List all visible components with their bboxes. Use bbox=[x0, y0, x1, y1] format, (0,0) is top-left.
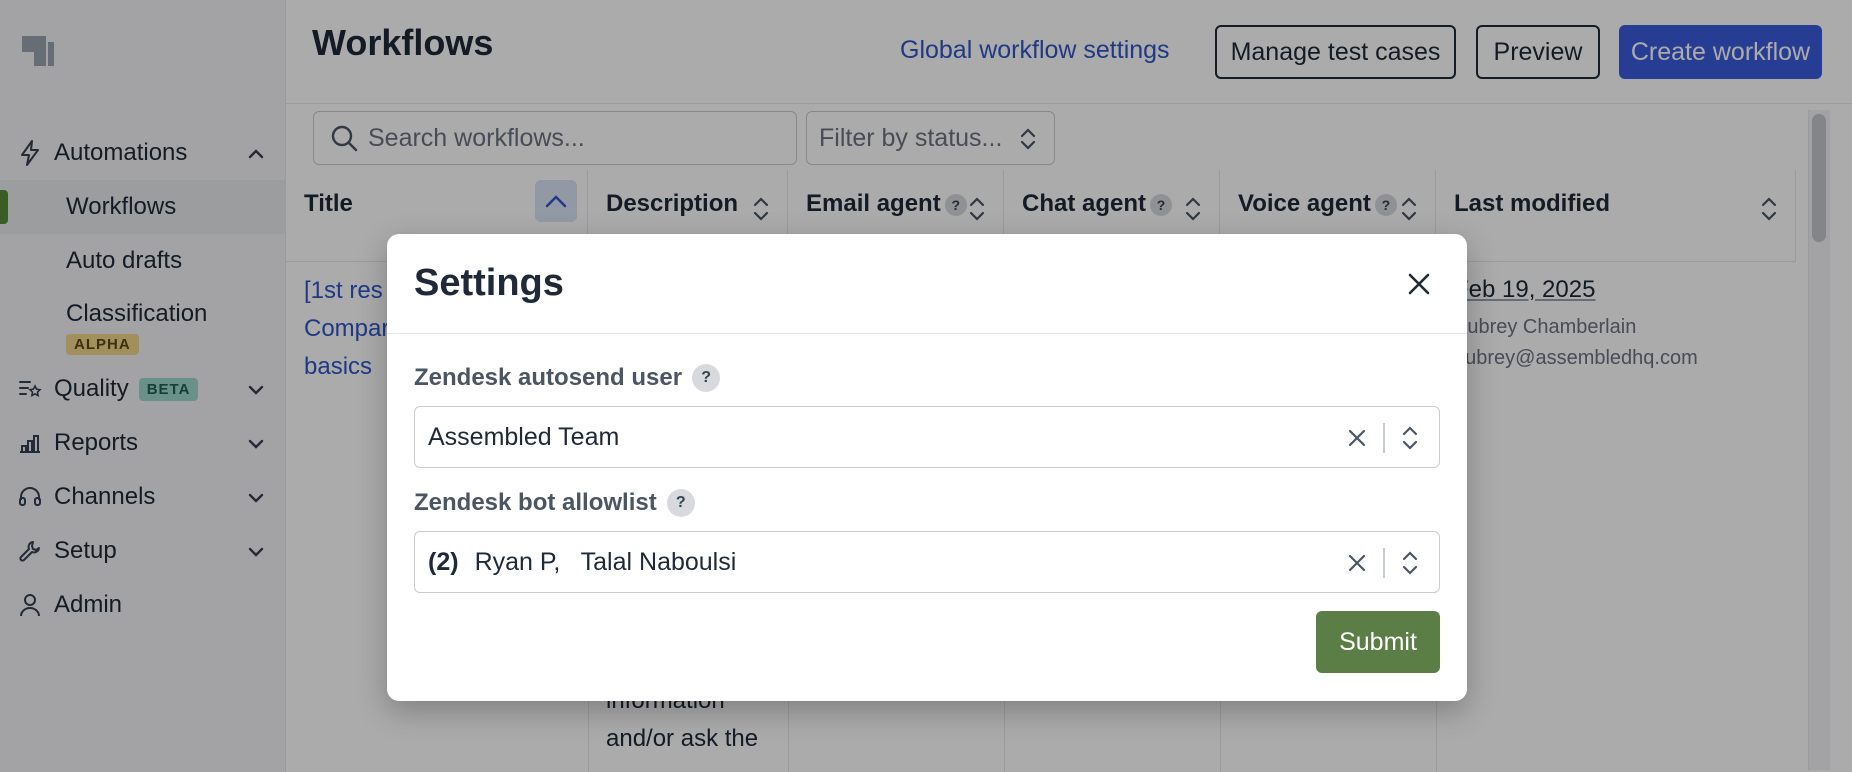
modal-header: Settings bbox=[387, 234, 1467, 334]
bot-allowlist-select[interactable]: (2) Ryan P, Talal Naboulsi bbox=[414, 531, 1440, 593]
clear-icon[interactable] bbox=[1343, 549, 1371, 577]
submit-button[interactable]: Submit bbox=[1316, 611, 1440, 673]
bot-allowlist-label: Zendesk bot allowlist ? bbox=[414, 489, 695, 517]
settings-modal: Settings Zendesk autosend user ? Assembl… bbox=[387, 234, 1467, 701]
chevron-up-down-icon[interactable] bbox=[1399, 422, 1421, 454]
autosend-user-select[interactable]: Assembled Team bbox=[414, 406, 1440, 468]
autosend-user-value: Assembled Team bbox=[428, 422, 620, 451]
autosend-user-label: Zendesk autosend user ? bbox=[414, 364, 721, 392]
bot-allowlist-value: Ryan P, Talal Naboulsi bbox=[474, 547, 737, 576]
help-icon[interactable]: ? bbox=[666, 489, 695, 517]
chevron-up-down-icon[interactable] bbox=[1399, 547, 1421, 579]
help-icon[interactable]: ? bbox=[692, 364, 721, 392]
selected-count: (2) bbox=[428, 547, 459, 576]
clear-icon[interactable] bbox=[1343, 424, 1371, 452]
close-icon[interactable] bbox=[1403, 268, 1435, 300]
modal-title: Settings bbox=[414, 262, 564, 304]
